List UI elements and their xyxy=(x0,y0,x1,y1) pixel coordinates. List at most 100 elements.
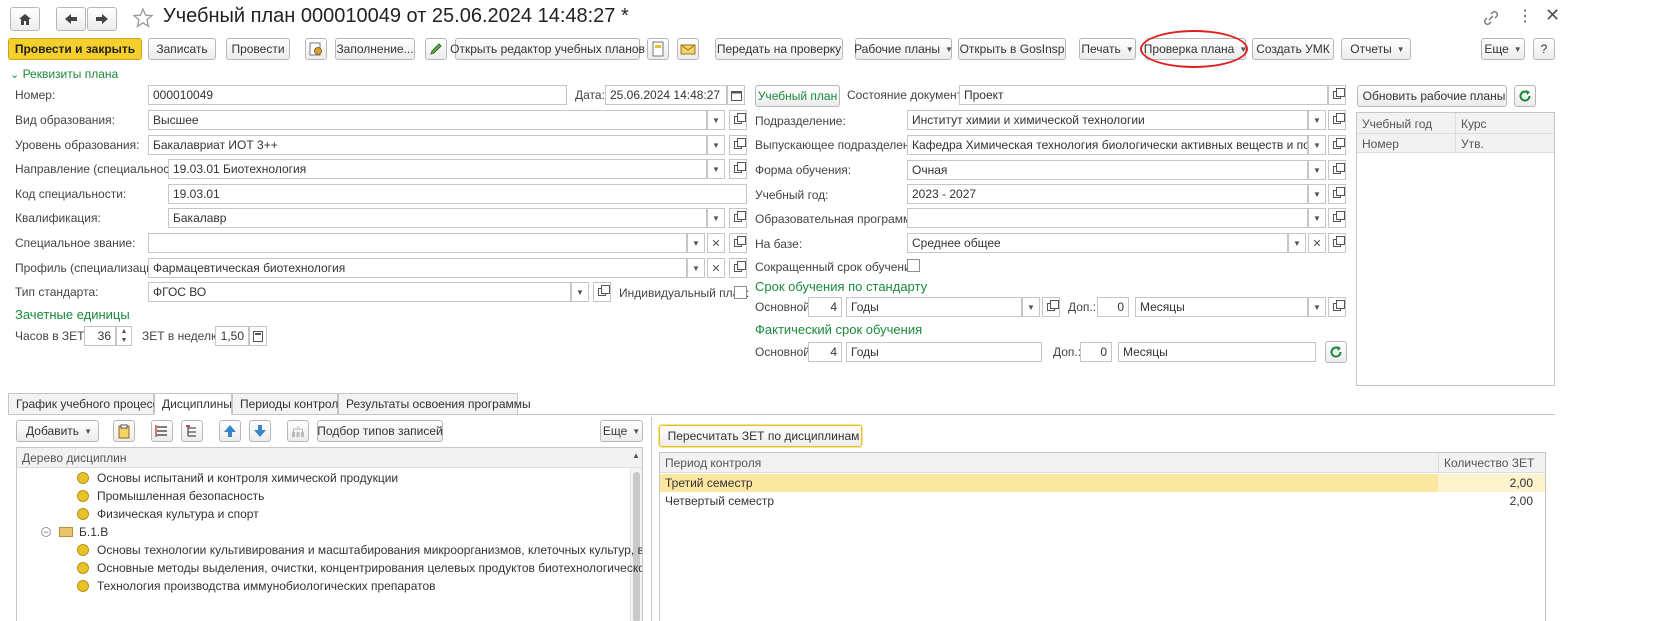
tab-schedule[interactable]: График учебного процесса xyxy=(8,393,165,415)
tree-row[interactable]: Основы технологии культивирования и масш… xyxy=(77,541,642,559)
star-icon[interactable] xyxy=(132,7,154,29)
edu-type-field[interactable]: Высшее xyxy=(148,110,707,130)
basis-clear[interactable]: ✕ xyxy=(1308,233,1326,253)
tree-more-button[interactable]: Еще ▼ xyxy=(600,420,643,442)
profile-clear[interactable]: ✕ xyxy=(707,258,725,278)
calculator-button[interactable] xyxy=(249,326,267,346)
study-year-open-button[interactable] xyxy=(1328,184,1346,204)
hierarchy-button[interactable] xyxy=(181,420,203,442)
std-main-field[interactable]: 4 xyxy=(808,297,842,317)
edu-type-open-button[interactable] xyxy=(729,110,747,130)
open-gosinsp-button[interactable]: Открыть в GosInsp xyxy=(958,38,1066,60)
tree-row[interactable]: Физическая культура и спорт xyxy=(77,505,259,523)
graduating-division-field[interactable]: Кафедра Химическая технология биологичес… xyxy=(907,135,1308,155)
tree-row[interactable]: Технология производства иммунобиологичес… xyxy=(77,577,436,595)
std-main-unit-field[interactable]: Годы xyxy=(846,297,1022,317)
edu-program-field[interactable] xyxy=(907,208,1308,228)
move-down-button[interactable] xyxy=(249,420,271,442)
open-editor-button[interactable]: Открыть редактор учебных планов xyxy=(450,38,645,60)
tree-row-folder[interactable]: − Б.1.В xyxy=(41,523,108,541)
edu-type-dropdown[interactable]: ▼ xyxy=(707,110,725,130)
std-extra-unit-dropdown[interactable]: ▼ xyxy=(1308,297,1326,317)
edit-pen-button[interactable] xyxy=(425,38,447,60)
edu-program-dropdown[interactable]: ▼ xyxy=(1308,208,1326,228)
table-row[interactable]: Третий семестр 2,00 xyxy=(660,474,1545,492)
tab-disciplines[interactable]: Дисциплины xyxy=(154,393,232,415)
forward-button[interactable] xyxy=(87,7,117,31)
division-dropdown[interactable]: ▼ xyxy=(1308,110,1326,130)
special-title-open-button[interactable] xyxy=(729,233,747,253)
std-main-unit-dropdown[interactable]: ▼ xyxy=(1022,297,1040,317)
special-title-dropdown[interactable]: ▼ xyxy=(687,233,705,253)
tab-results[interactable]: Результаты освоения программы xyxy=(338,393,531,415)
qualification-field[interactable]: Бакалавр xyxy=(168,208,707,228)
requisites-toggle[interactable]: ⌄ Реквизиты плана xyxy=(10,67,118,81)
direction-dropdown[interactable]: ▼ xyxy=(707,159,725,179)
list-button[interactable] xyxy=(151,420,173,442)
collapse-icon[interactable]: − xyxy=(41,527,51,537)
update-work-plans-button[interactable]: Обновить рабочие планы xyxy=(1357,85,1507,107)
division-field[interactable]: Институт химии и химической технологии xyxy=(907,110,1308,130)
doc-state-open-button[interactable] xyxy=(1328,85,1346,105)
help-button[interactable]: ? xyxy=(1533,38,1555,60)
study-plan-button[interactable]: Учебный план xyxy=(755,85,840,107)
profile-open-button[interactable] xyxy=(729,258,747,278)
move-up-button[interactable] xyxy=(219,420,241,442)
close-icon[interactable]: ✕ xyxy=(1545,5,1560,26)
std-extra-unit-field[interactable]: Месяцы xyxy=(1135,297,1308,317)
scroll-up-icon[interactable]: ▲ xyxy=(632,451,640,460)
qualification-dropdown[interactable]: ▼ xyxy=(707,208,725,228)
window-menu-icon[interactable]: ⋮ xyxy=(1517,6,1533,26)
std-main-unit-open-button[interactable] xyxy=(1042,297,1060,317)
work-plans-button[interactable]: Рабочие планы ▼ xyxy=(854,38,953,60)
disciplines-tree[interactable]: Дерево дисциплин ▲ Основы испытаний и ко… xyxy=(16,447,643,621)
refresh-term-button[interactable] xyxy=(1325,341,1347,363)
division-open-button[interactable] xyxy=(1328,110,1346,130)
refresh-work-plans-button[interactable] xyxy=(1514,85,1536,107)
profile-field[interactable]: Фармацевтическая биотехнология xyxy=(148,258,687,278)
basis-field[interactable]: Среднее общее xyxy=(907,233,1288,253)
zet-per-week-field[interactable]: 1,50 xyxy=(215,326,249,346)
hours-per-zet-field[interactable]: 36 xyxy=(84,326,116,346)
table-row[interactable]: Четвертый семестр 2,00 xyxy=(660,492,1545,510)
structure-button[interactable] xyxy=(287,420,309,442)
date-field[interactable]: 25.06.2024 14:48:27 xyxy=(605,85,727,105)
tree-row[interactable]: Промышленная безопасность xyxy=(77,487,264,505)
standard-type-open-button[interactable] xyxy=(593,282,611,302)
mail-button[interactable] xyxy=(677,38,699,60)
profile-dropdown[interactable]: ▼ xyxy=(687,258,705,278)
more-button[interactable]: Еще ▼ xyxy=(1481,38,1525,60)
direction-field[interactable]: 19.03.01 Биотехнология xyxy=(168,159,707,179)
hours-stepper[interactable]: ▲ ▼ xyxy=(116,326,132,346)
post-and-close-button[interactable]: Провести и закрыть xyxy=(8,38,142,60)
save-button[interactable]: Записать xyxy=(148,38,216,60)
home-button[interactable] xyxy=(10,7,40,31)
edu-level-dropdown[interactable]: ▼ xyxy=(707,135,725,155)
basis-dropdown[interactable]: ▼ xyxy=(1288,233,1306,253)
tree-row[interactable]: Основы испытаний и контроля химической п… xyxy=(77,469,398,487)
study-form-open-button[interactable] xyxy=(1328,160,1346,180)
create-umk-button[interactable]: Создать УМК xyxy=(1252,38,1334,60)
copy-button[interactable] xyxy=(113,420,135,442)
individual-plan-checkbox[interactable] xyxy=(734,286,747,299)
edu-level-field[interactable]: Бакалавриат ИОТ 3++ xyxy=(148,135,707,155)
qualification-open-button[interactable] xyxy=(729,208,747,228)
number-field[interactable]: 000010049 xyxy=(148,85,567,105)
document-button[interactable] xyxy=(647,38,669,60)
std-extra-field[interactable]: 0 xyxy=(1097,297,1129,317)
study-year-dropdown[interactable]: ▼ xyxy=(1308,184,1326,204)
work-plans-table[interactable]: Учебный год Курс Номер Утв. xyxy=(1356,112,1555,386)
settings-doc-button[interactable] xyxy=(305,38,327,60)
standard-type-dropdown[interactable]: ▼ xyxy=(571,282,589,302)
edu-level-open-button[interactable] xyxy=(729,135,747,155)
periods-table[interactable]: Период контроля Количество ЗЕТ Третий се… xyxy=(659,452,1546,621)
send-check-button[interactable]: Передать на проверку xyxy=(715,38,843,60)
graduating-division-open-button[interactable] xyxy=(1328,135,1346,155)
post-button[interactable]: Провести xyxy=(226,38,290,60)
basis-open-button[interactable] xyxy=(1328,233,1346,253)
tree-row[interactable]: Основные методы выделения, очистки, конц… xyxy=(77,559,642,577)
special-title-field[interactable] xyxy=(148,233,687,253)
standard-type-field[interactable]: ФГОС ВО xyxy=(148,282,571,302)
back-button[interactable] xyxy=(56,7,86,31)
edu-program-open-button[interactable] xyxy=(1328,208,1346,228)
